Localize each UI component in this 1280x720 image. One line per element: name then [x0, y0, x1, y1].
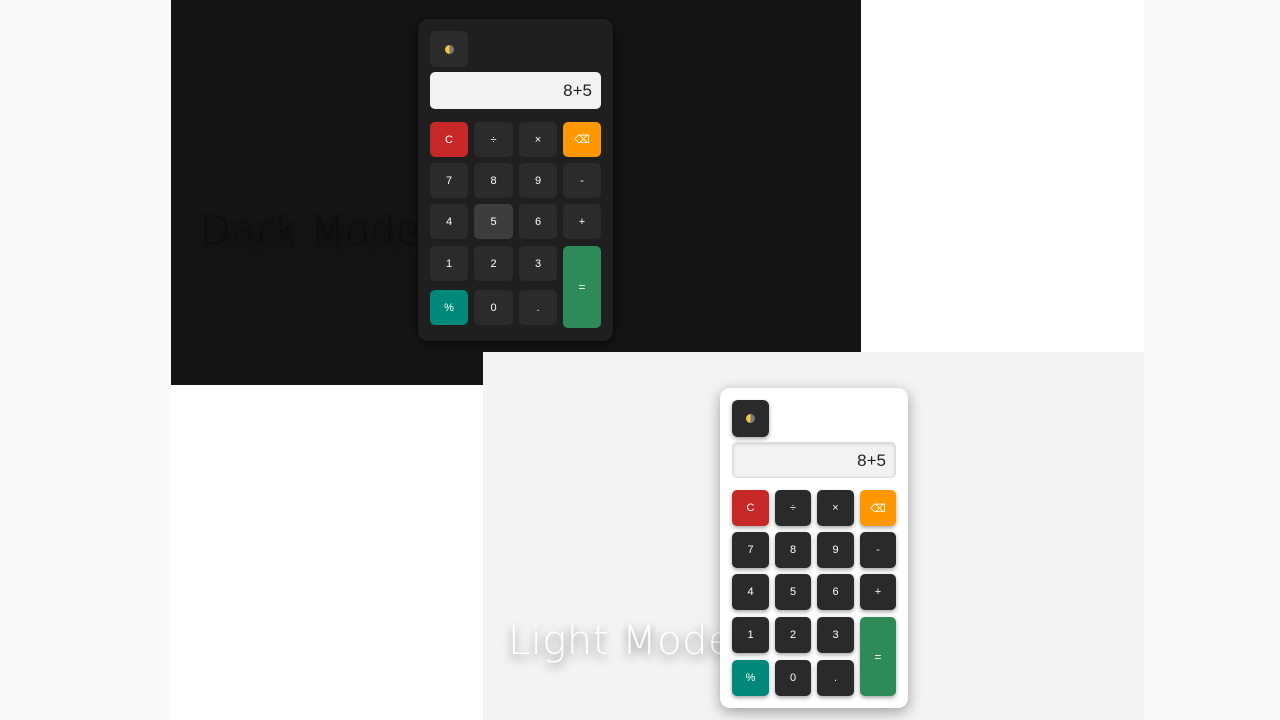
divide-button[interactable]: ÷: [474, 122, 513, 157]
theme-toggle-button[interactable]: [732, 400, 769, 437]
digit-4-button[interactable]: 4: [732, 574, 769, 610]
subtract-button[interactable]: -: [860, 532, 896, 568]
multiply-button[interactable]: ×: [519, 122, 557, 157]
digit-1-button[interactable]: 1: [732, 617, 769, 653]
multiply-button[interactable]: ×: [817, 490, 854, 526]
clear-button[interactable]: C: [430, 122, 468, 157]
digit-7-button[interactable]: 7: [732, 532, 769, 568]
digit-8-button[interactable]: 8: [474, 163, 513, 198]
blank-area-bottom-left: [171, 385, 483, 720]
backspace-button[interactable]: ⌫: [563, 122, 601, 157]
digit-5-button[interactable]: 5: [474, 204, 513, 239]
calculator-display: 8+5: [732, 442, 896, 478]
light-mode-caption: Light Mode: [508, 618, 734, 664]
digit-1-button[interactable]: 1: [430, 246, 468, 281]
percent-button[interactable]: %: [732, 660, 769, 696]
digit-6-button[interactable]: 6: [519, 204, 557, 239]
equals-button[interactable]: =: [563, 246, 601, 328]
theme-toggle-icon: [444, 44, 454, 54]
digit-0-button[interactable]: 0: [775, 660, 811, 696]
subtract-button[interactable]: -: [563, 163, 601, 198]
digit-6-button[interactable]: 6: [817, 574, 854, 610]
digit-8-button[interactable]: 8: [775, 532, 811, 568]
decimal-button[interactable]: .: [519, 290, 557, 325]
digit-9-button[interactable]: 9: [519, 163, 557, 198]
digit-5-button[interactable]: 5: [775, 574, 811, 610]
backspace-button[interactable]: ⌫: [860, 490, 896, 526]
calculator-light: 8+5 C ÷ × ⌫ 7 8 9 - 4 5 6 + 1 2 3 = % 0 …: [720, 388, 908, 708]
decimal-button[interactable]: .: [817, 660, 854, 696]
clear-button[interactable]: C: [732, 490, 769, 526]
add-button[interactable]: +: [563, 204, 601, 239]
divide-button[interactable]: ÷: [775, 490, 811, 526]
digit-7-button[interactable]: 7: [430, 163, 468, 198]
dark-mode-caption: Dark Mode: [200, 208, 422, 254]
blank-area-top-right: [861, 0, 1144, 352]
equals-button[interactable]: =: [860, 617, 896, 696]
theme-toggle-icon: [746, 414, 755, 423]
digit-0-button[interactable]: 0: [474, 290, 513, 325]
digit-3-button[interactable]: 3: [817, 617, 854, 653]
theme-toggle-button[interactable]: [430, 31, 468, 67]
digit-4-button[interactable]: 4: [430, 204, 468, 239]
add-button[interactable]: +: [860, 574, 896, 610]
calculator-dark: 8+5 C ÷ × ⌫ 7 8 9 - 4 5 6 + 1 2 3 = % 0 …: [418, 19, 613, 341]
digit-2-button[interactable]: 2: [474, 246, 513, 281]
digit-9-button[interactable]: 9: [817, 532, 854, 568]
calculator-display: 8+5: [430, 72, 601, 109]
percent-button[interactable]: %: [430, 290, 468, 325]
digit-2-button[interactable]: 2: [775, 617, 811, 653]
digit-3-button[interactable]: 3: [519, 246, 557, 281]
